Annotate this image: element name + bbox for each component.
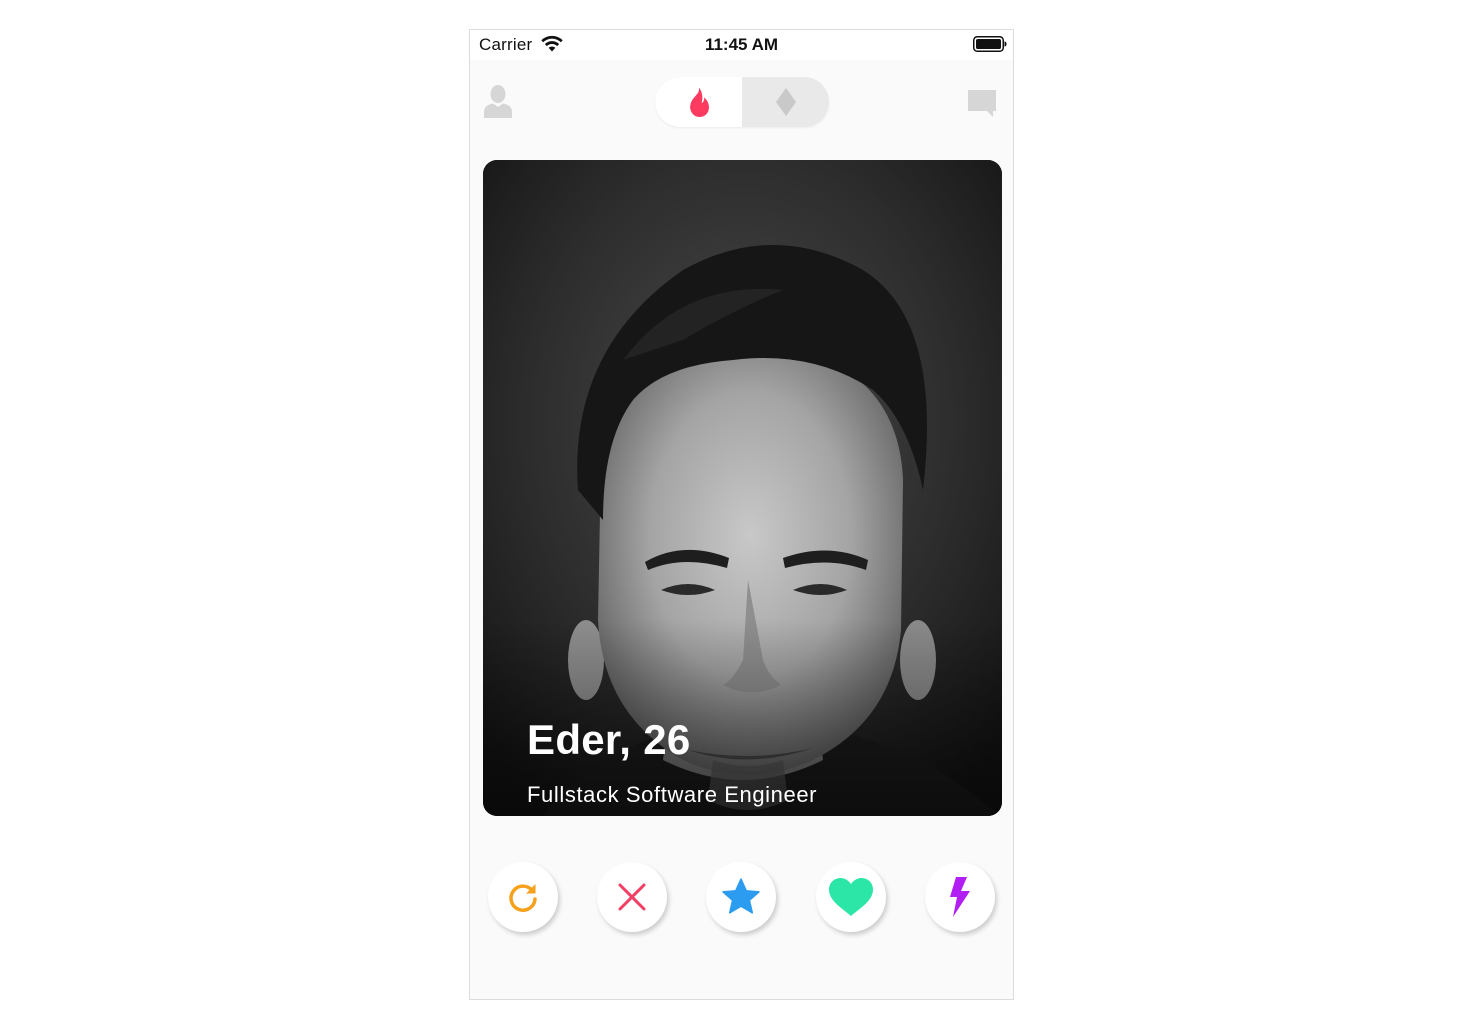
messages-icon[interactable] xyxy=(966,87,998,119)
like-button[interactable] xyxy=(816,862,886,932)
tab-premium[interactable] xyxy=(742,77,829,127)
clock: 11:45 AM xyxy=(704,35,779,54)
star-icon xyxy=(722,878,760,914)
profile-icon[interactable] xyxy=(483,84,513,118)
tab-discover[interactable] xyxy=(655,77,742,127)
status-bar: Carrier 11:45 AM xyxy=(470,30,1013,60)
mode-switch xyxy=(655,77,829,127)
boost-button[interactable] xyxy=(925,862,995,932)
diamond-icon xyxy=(775,88,796,116)
heart-icon xyxy=(829,878,873,916)
profile-occupation: Fullstack Software Engineer xyxy=(527,782,818,807)
profile-card[interactable]: Eder, 26 Fullstack Software Engineer xyxy=(483,160,1002,816)
lightning-icon xyxy=(950,877,970,917)
profile-name: Eder, 26 xyxy=(527,716,691,763)
top-nav xyxy=(470,60,1013,160)
flame-icon xyxy=(689,87,709,117)
nope-button[interactable] xyxy=(597,862,667,932)
super-like-button[interactable] xyxy=(706,862,776,932)
rewind-icon xyxy=(509,884,537,912)
close-icon xyxy=(618,883,646,911)
phone-screen: Carrier 11:45 AM Eder, 26 Fullstack Soft… xyxy=(469,29,1014,1000)
battery-icon xyxy=(973,36,1007,52)
rewind-button[interactable] xyxy=(488,862,558,932)
